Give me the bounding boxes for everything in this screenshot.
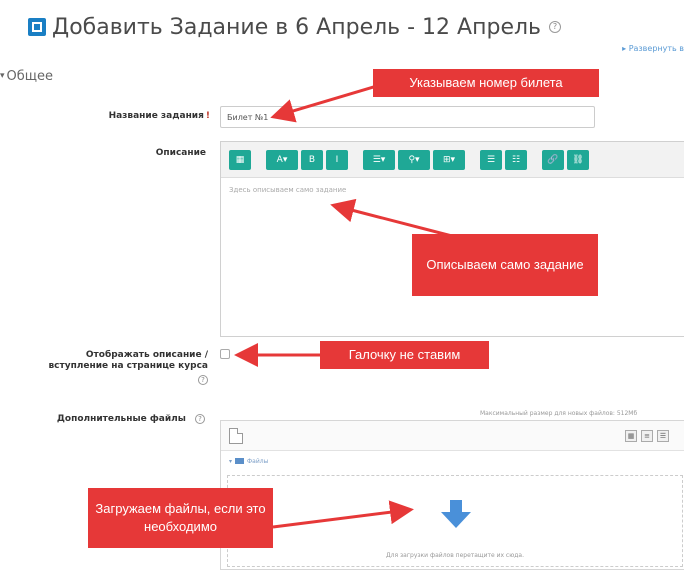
numbered-list-button[interactable]: ☷ xyxy=(505,149,527,170)
unlink-button[interactable]: ⛓ xyxy=(567,149,589,170)
callout-no-checkbox: Галочку не ставим xyxy=(320,341,489,369)
show-description-checkbox[interactable] xyxy=(220,349,230,359)
drop-zone-text: Для загрузки файлов перетащите их сюда. xyxy=(385,552,525,559)
max-file-size-text: Максимальный размер для новых файлов: 51… xyxy=(480,410,638,417)
insert-dropdown-button[interactable]: ⚲▾ xyxy=(398,149,430,170)
page-title: Добавить Задание в 6 Апрель - 12 Апрель … xyxy=(28,12,562,42)
assignment-name-input[interactable] xyxy=(220,106,595,128)
breadcrumb: ▾ Файлы xyxy=(221,451,684,471)
file-drop-zone[interactable]: Для загрузки файлов перетащите их сюда. xyxy=(227,475,683,567)
page-title-text: Добавить Задание в 6 Апрель - 12 Апрель xyxy=(52,14,542,40)
editor-toolbar: ▦ A▾ B I ☰▾ ⚲▾ ⊞▾ ☰ ☷ 🔗 ⛓ xyxy=(221,142,684,178)
callout-describe-task: Описываем само задание xyxy=(412,234,598,296)
add-file-icon[interactable] xyxy=(229,428,243,444)
bullet-list-button[interactable]: ☰ xyxy=(480,149,502,170)
help-icon[interactable]: ? xyxy=(198,375,208,385)
callout-upload-files: Загружаем файлы, если это необходимо xyxy=(88,488,273,548)
callout-ticket-number: Указываем номер билета xyxy=(373,69,599,97)
chevron-down-icon: ▾ xyxy=(229,457,233,465)
list-view-icon[interactable]: ≡ xyxy=(641,430,653,442)
description-placeholder: Здесь описываем само задание xyxy=(229,186,347,194)
description-label: Описание xyxy=(155,148,206,158)
list-dropdown-button[interactable]: ☰▾ xyxy=(363,149,395,170)
assignment-name-label: Название задания! xyxy=(108,111,210,121)
folder-label[interactable]: Файлы xyxy=(247,458,268,465)
tree-view-icon[interactable]: ☰ xyxy=(657,430,669,442)
assignment-icon xyxy=(28,18,46,36)
file-manager-toolbar: ▦ ≡ ☰ xyxy=(221,421,684,451)
folder-icon xyxy=(235,458,245,464)
show-description-label: Отображать описание / вступление на стра… xyxy=(48,350,208,385)
italic-button[interactable]: I xyxy=(326,149,348,170)
grid-view-icon[interactable]: ▦ xyxy=(625,430,637,442)
file-manager: ▦ ≡ ☰ ▾ Файлы Для загрузки файлов перета… xyxy=(220,420,684,570)
help-icon[interactable]: ? xyxy=(195,414,205,424)
table-dropdown-button[interactable]: ⊞▾ xyxy=(433,149,465,170)
link-button[interactable]: 🔗 xyxy=(542,149,564,170)
font-style-button[interactable]: A▾ xyxy=(266,149,298,170)
section-general-title: Общее xyxy=(6,68,54,84)
upload-arrow-icon xyxy=(441,500,471,528)
chevron-down-icon: ▾ xyxy=(0,71,5,81)
help-icon[interactable]: ? xyxy=(549,21,562,33)
toggle-toolbar-button[interactable]: ▦ xyxy=(229,149,251,170)
required-icon: ! xyxy=(205,111,210,121)
expand-all-link[interactable]: ▸ Развернуть в xyxy=(622,44,684,53)
bold-button[interactable]: B xyxy=(301,149,323,170)
additional-files-label: Дополнительные файлы ? xyxy=(30,414,205,425)
